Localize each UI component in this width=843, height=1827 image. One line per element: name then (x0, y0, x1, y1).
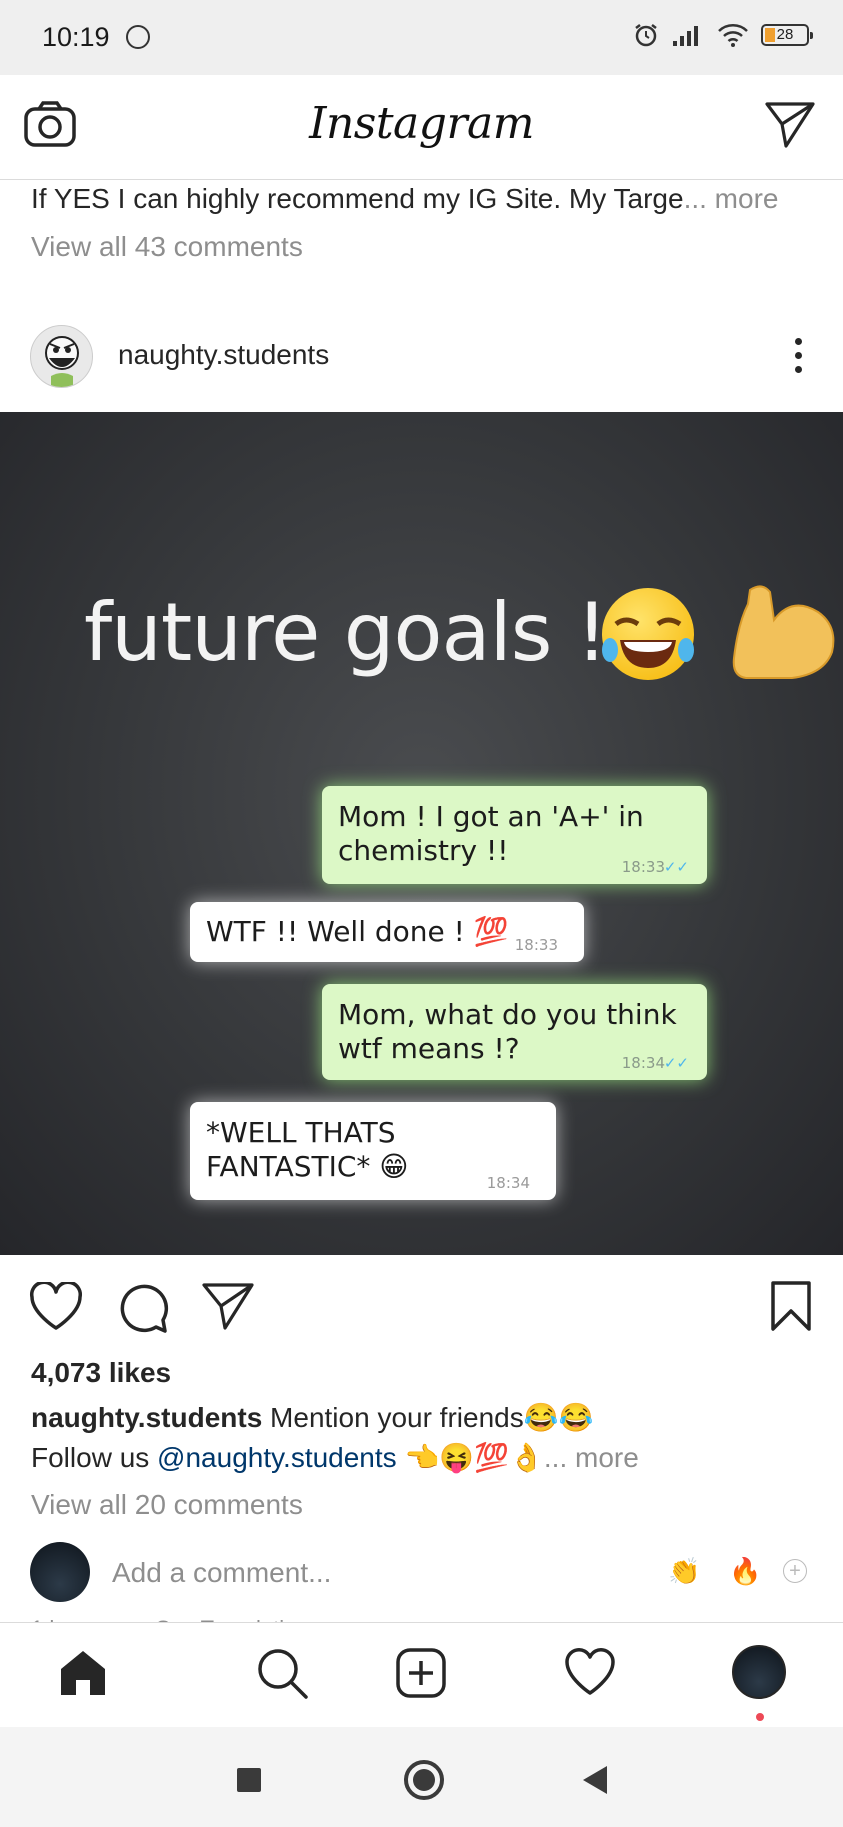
status-bar: 10:19 28 (0, 0, 843, 75)
previous-view-comments-link[interactable]: View all 43 comments (31, 231, 303, 263)
chat-bubble-4-time: 18:34 (486, 1174, 530, 1192)
home-icon[interactable] (57, 1647, 109, 1704)
chat-bubble-1-time: 18:33 (621, 858, 665, 876)
recent-apps-icon[interactable] (237, 1768, 261, 1792)
caption-text: Mention your friends😂😂 (262, 1402, 594, 1433)
profile-avatar[interactable] (732, 1645, 786, 1699)
chat-bubble-1: Mom ! I got an 'A+' in chemistry !! 18:3… (322, 786, 707, 884)
share-icon[interactable] (201, 1281, 255, 1336)
caption-follow-text: Follow us (31, 1442, 158, 1473)
more-reactions-icon[interactable]: + (783, 1559, 807, 1583)
activity-heart-icon[interactable] (563, 1647, 617, 1702)
post-caption: naughty.students Mention your friends😂😂 (31, 1401, 593, 1434)
whatsapp-notification-icon (126, 25, 150, 49)
heart-icon[interactable] (28, 1280, 84, 1337)
battery-level: 28 (776, 26, 794, 43)
bottom-navigation (0, 1622, 843, 1727)
app-header: Instagram (0, 75, 843, 180)
chat-bubble-3-time: 18:34 (621, 1054, 665, 1072)
search-icon[interactable] (256, 1647, 310, 1706)
read-receipt-icon: ✓✓ (663, 1054, 689, 1072)
quick-reaction-fire[interactable]: 🔥 (729, 1556, 761, 1587)
view-all-comments-link[interactable]: View all 20 comments (31, 1489, 303, 1521)
flexed-biceps-emoji-icon (728, 580, 843, 680)
quick-reaction-clap[interactable]: 👏 (668, 1556, 700, 1587)
app-logo: Instagram (309, 98, 534, 149)
signal-icon (673, 26, 698, 46)
post-image[interactable]: future goals ! Mom ! I got an 'A+' in ch… (0, 412, 843, 1255)
bookmark-icon[interactable] (769, 1280, 813, 1337)
caption-more-link[interactable]: ... more (544, 1442, 639, 1473)
previous-more-link[interactable]: ... more (684, 183, 779, 214)
post-author-avatar[interactable] (30, 325, 93, 388)
read-receipt-icon: ✓✓ (663, 858, 689, 876)
system-navigation-bar (0, 1727, 843, 1827)
chat-bubble-2-time: 18:33 (514, 936, 558, 954)
chat-bubble-2: WTF !! Well done ! 💯 18:33 (190, 902, 584, 962)
previous-caption-text: If YES I can highly recommend my IG Site… (31, 183, 684, 214)
current-user-avatar (30, 1542, 90, 1602)
add-post-icon[interactable] (395, 1647, 447, 1704)
caption-username[interactable]: naughty.students (31, 1402, 262, 1433)
chat-bubble-3: Mom, what do you think wtf means !? 18:3… (322, 984, 707, 1080)
system-home-icon[interactable] (404, 1760, 444, 1800)
wifi-icon (718, 24, 748, 47)
post-caption-line2: Follow us @naughty.students 👈😝💯👌... more (31, 1441, 639, 1474)
add-comment-input[interactable]: Add a comment... (112, 1557, 331, 1589)
caption-emoji: 👈😝💯👌 (396, 1442, 544, 1473)
chat-bubble-2-text: WTF !! Well done ! 💯 (206, 915, 509, 948)
post-author-username[interactable]: naughty.students (118, 339, 329, 371)
previous-post-caption: If YES I can highly recommend my IG Site… (31, 183, 778, 215)
chat-bubble-4-text: *WELL THATS FANTASTIC* 😁 (206, 1116, 409, 1183)
back-icon[interactable] (583, 1766, 607, 1794)
notification-dot (756, 1713, 764, 1721)
chat-bubble-1-text: Mom ! I got an 'A+' in chemistry !! (338, 800, 644, 867)
like-count[interactable]: 4,073 likes (31, 1357, 171, 1389)
direct-message-icon[interactable] (764, 100, 816, 153)
laughing-emoji-icon (602, 588, 694, 680)
battery-indicator: 28 (761, 24, 813, 46)
chat-bubble-4: *WELL THATS FANTASTIC* 😁 18:34 (190, 1102, 556, 1200)
status-time: 10:19 (42, 22, 110, 52)
status-icons: 28 (633, 22, 813, 48)
caption-mention-link[interactable]: @naughty.students (157, 1442, 397, 1473)
image-title: future goals ! (84, 586, 608, 679)
comment-icon[interactable] (117, 1282, 169, 1339)
more-options-icon[interactable] (795, 338, 803, 380)
alarm-icon (635, 24, 657, 47)
